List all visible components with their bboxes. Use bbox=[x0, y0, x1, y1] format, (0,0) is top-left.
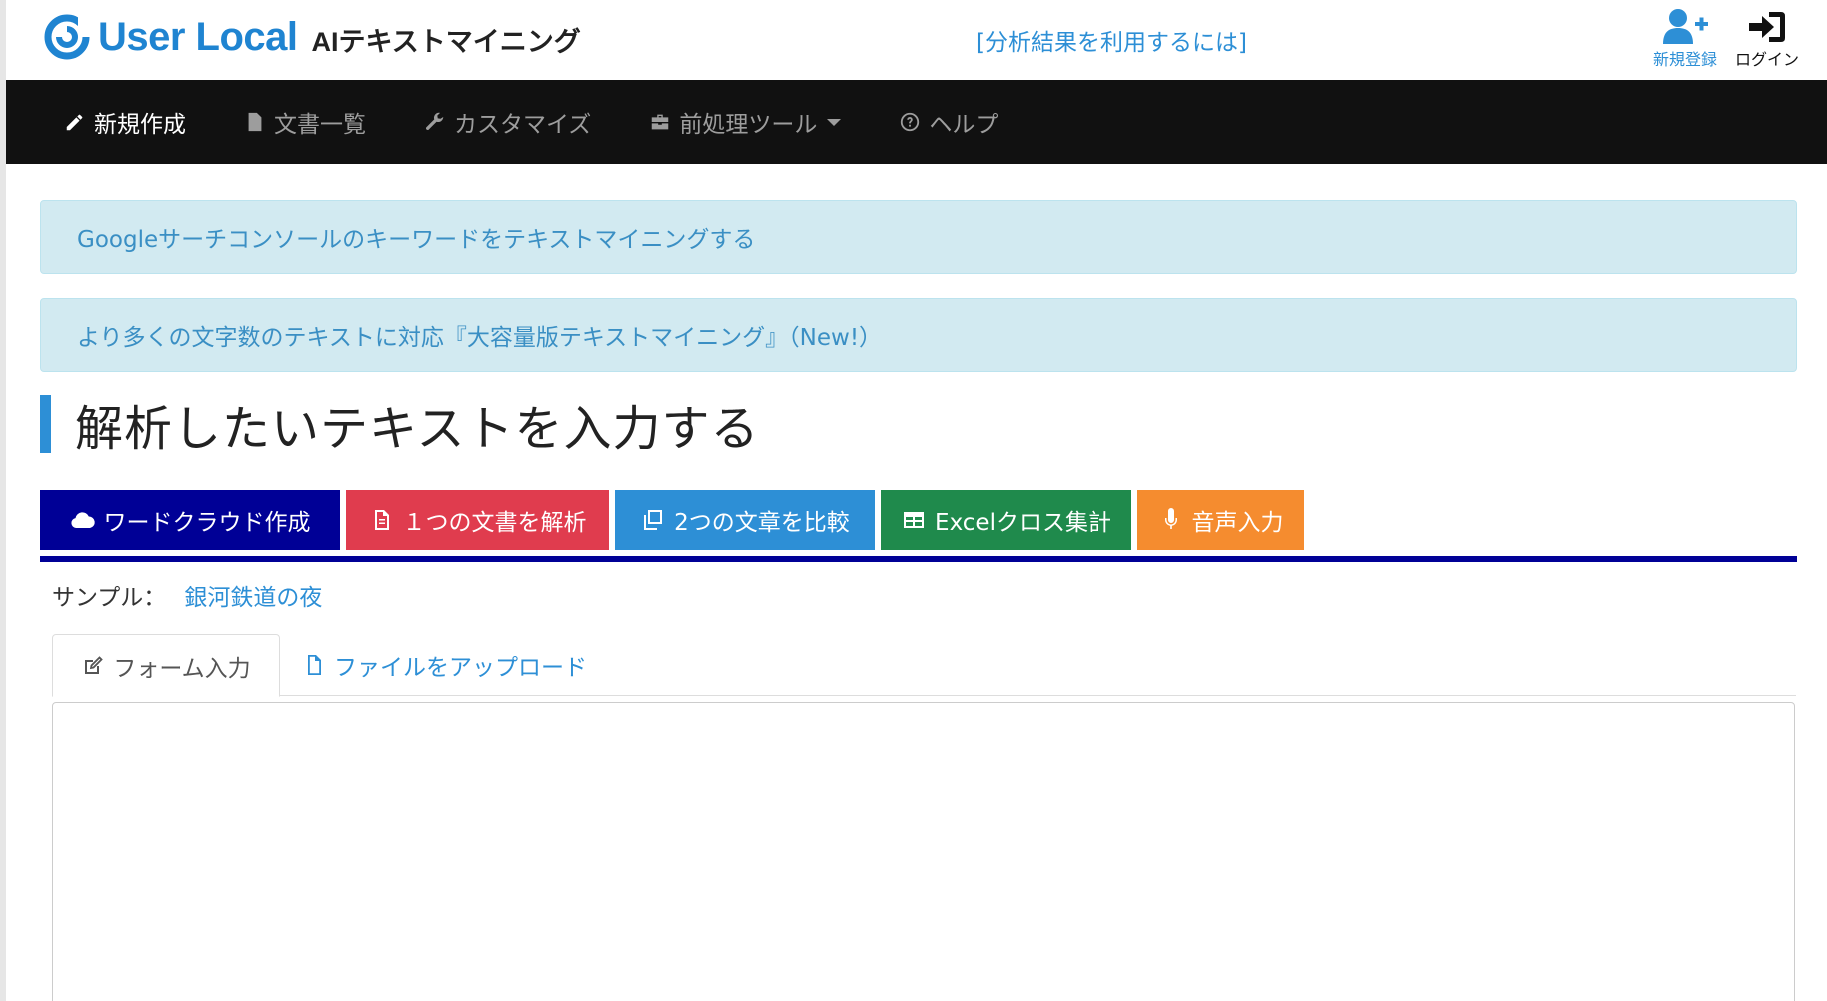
microphone-icon bbox=[1164, 508, 1177, 529]
tab-word-cloud[interactable]: ワードクラウド作成 bbox=[40, 490, 340, 550]
nav-item-label: カスタマイズ bbox=[454, 112, 592, 138]
alert-text: Googleサーチコンソールのキーワードをテキストマイニングする bbox=[77, 227, 756, 253]
main-navbar: 新規作成 文書一覧 カスタマイズ 前処理ツール ヘルプ bbox=[6, 80, 1827, 164]
sample-label: サンプル： bbox=[52, 585, 167, 611]
file-icon bbox=[308, 655, 321, 675]
login-button[interactable]: ログイン bbox=[1735, 8, 1799, 70]
page: User Local AIテキストマイニング [分析結果を利用するには] 新規登… bbox=[0, 0, 1827, 1001]
tab-label: ワードクラウド作成 bbox=[103, 510, 311, 536]
logo-text: User Local bbox=[98, 14, 298, 59]
alert-text: より多くの文字数のテキストに対応『大容量版テキストマイニング』（New!） bbox=[77, 325, 883, 351]
login-label: ログイン bbox=[1734, 50, 1799, 69]
top-header: User Local AIテキストマイニング [分析結果を利用するには] 新規登… bbox=[6, 0, 1827, 80]
tool-tabs: ワードクラウド作成 １つの文書を解析 2つの文章を比較 Excelクロス集計 音… bbox=[40, 490, 1304, 550]
wrench-icon bbox=[426, 112, 444, 130]
sample-link[interactable]: 銀河鉄道の夜 bbox=[184, 578, 322, 612]
tab-form-input[interactable]: フォーム入力 bbox=[52, 634, 280, 697]
tab-label: １つの文書を解析 bbox=[402, 510, 587, 536]
table-icon bbox=[904, 512, 925, 528]
register-label: 新規登録 bbox=[1652, 50, 1717, 69]
nav-item-preprocess[interactable]: 前処理ツール bbox=[649, 105, 842, 139]
text-input-area[interactable] bbox=[52, 702, 1795, 1001]
cloud-icon bbox=[70, 512, 95, 528]
logo[interactable]: User Local AIテキストマイニング bbox=[44, 12, 581, 62]
title-accent-bar bbox=[40, 395, 51, 453]
nav-item-label: 前処理ツール bbox=[679, 112, 818, 138]
input-mode-tabs: フォーム入力 ファイルをアップロード bbox=[52, 634, 1796, 697]
tab-label: フォーム入力 bbox=[113, 655, 251, 682]
tab-excel-crosstab[interactable]: Excelクロス集計 bbox=[881, 490, 1131, 550]
tab-label: 2つの文章を比較 bbox=[674, 510, 850, 536]
account-actions: 新規登録 ログイン bbox=[1653, 8, 1799, 70]
nav-item-help[interactable]: ヘルプ bbox=[899, 105, 998, 139]
page-title: 解析したいテキストを入力する bbox=[40, 395, 760, 457]
toolbox-icon bbox=[652, 114, 669, 130]
document-icon bbox=[374, 510, 389, 530]
register-button[interactable]: 新規登録 bbox=[1653, 8, 1717, 70]
question-circle-icon bbox=[901, 112, 920, 132]
tool-tabs-underline bbox=[40, 556, 1797, 562]
nav-item-label: 文書一覧 bbox=[274, 112, 366, 138]
alert-large-version[interactable]: より多くの文字数のテキストに対応『大容量版テキストマイニング』（New!） bbox=[40, 298, 1797, 372]
tab-compare-documents[interactable]: 2つの文章を比較 bbox=[615, 490, 875, 550]
pencil-icon bbox=[66, 114, 83, 131]
chevron-down-icon bbox=[827, 118, 842, 126]
tab-label: Excelクロス集計 bbox=[935, 510, 1111, 536]
tab-voice-input[interactable]: 音声入力 bbox=[1137, 490, 1304, 550]
logo-subtitle: AIテキストマイニング bbox=[311, 26, 581, 57]
page-title-text: 解析したいテキストを入力する bbox=[75, 401, 760, 457]
nav-item-label: ヘルプ bbox=[929, 112, 999, 138]
tab-single-document[interactable]: １つの文書を解析 bbox=[346, 490, 609, 550]
tab-label: ファイルをアップロード bbox=[334, 655, 587, 681]
nav-item-customize[interactable]: カスタマイズ bbox=[424, 105, 591, 139]
nav-item-label: 新規作成 bbox=[94, 112, 186, 138]
edit-icon bbox=[85, 655, 104, 674]
result-usage-link[interactable]: [分析結果を利用するには] bbox=[976, 23, 1247, 57]
sign-in-icon bbox=[1748, 12, 1785, 42]
tab-file-upload[interactable]: ファイルをアップロード bbox=[302, 634, 587, 696]
tab-label: 音声入力 bbox=[1191, 510, 1284, 536]
user-plus-icon bbox=[1662, 9, 1708, 44]
logo-mark-icon bbox=[44, 14, 90, 60]
sample-row: サンプル： 銀河鉄道の夜 bbox=[52, 578, 322, 612]
copy-icon bbox=[644, 510, 663, 530]
document-icon bbox=[248, 112, 262, 132]
nav-item-new[interactable]: 新規作成 bbox=[64, 105, 186, 139]
alert-search-console[interactable]: Googleサーチコンソールのキーワードをテキストマイニングする bbox=[40, 200, 1797, 274]
nav-item-documents[interactable]: 文書一覧 bbox=[244, 105, 366, 139]
